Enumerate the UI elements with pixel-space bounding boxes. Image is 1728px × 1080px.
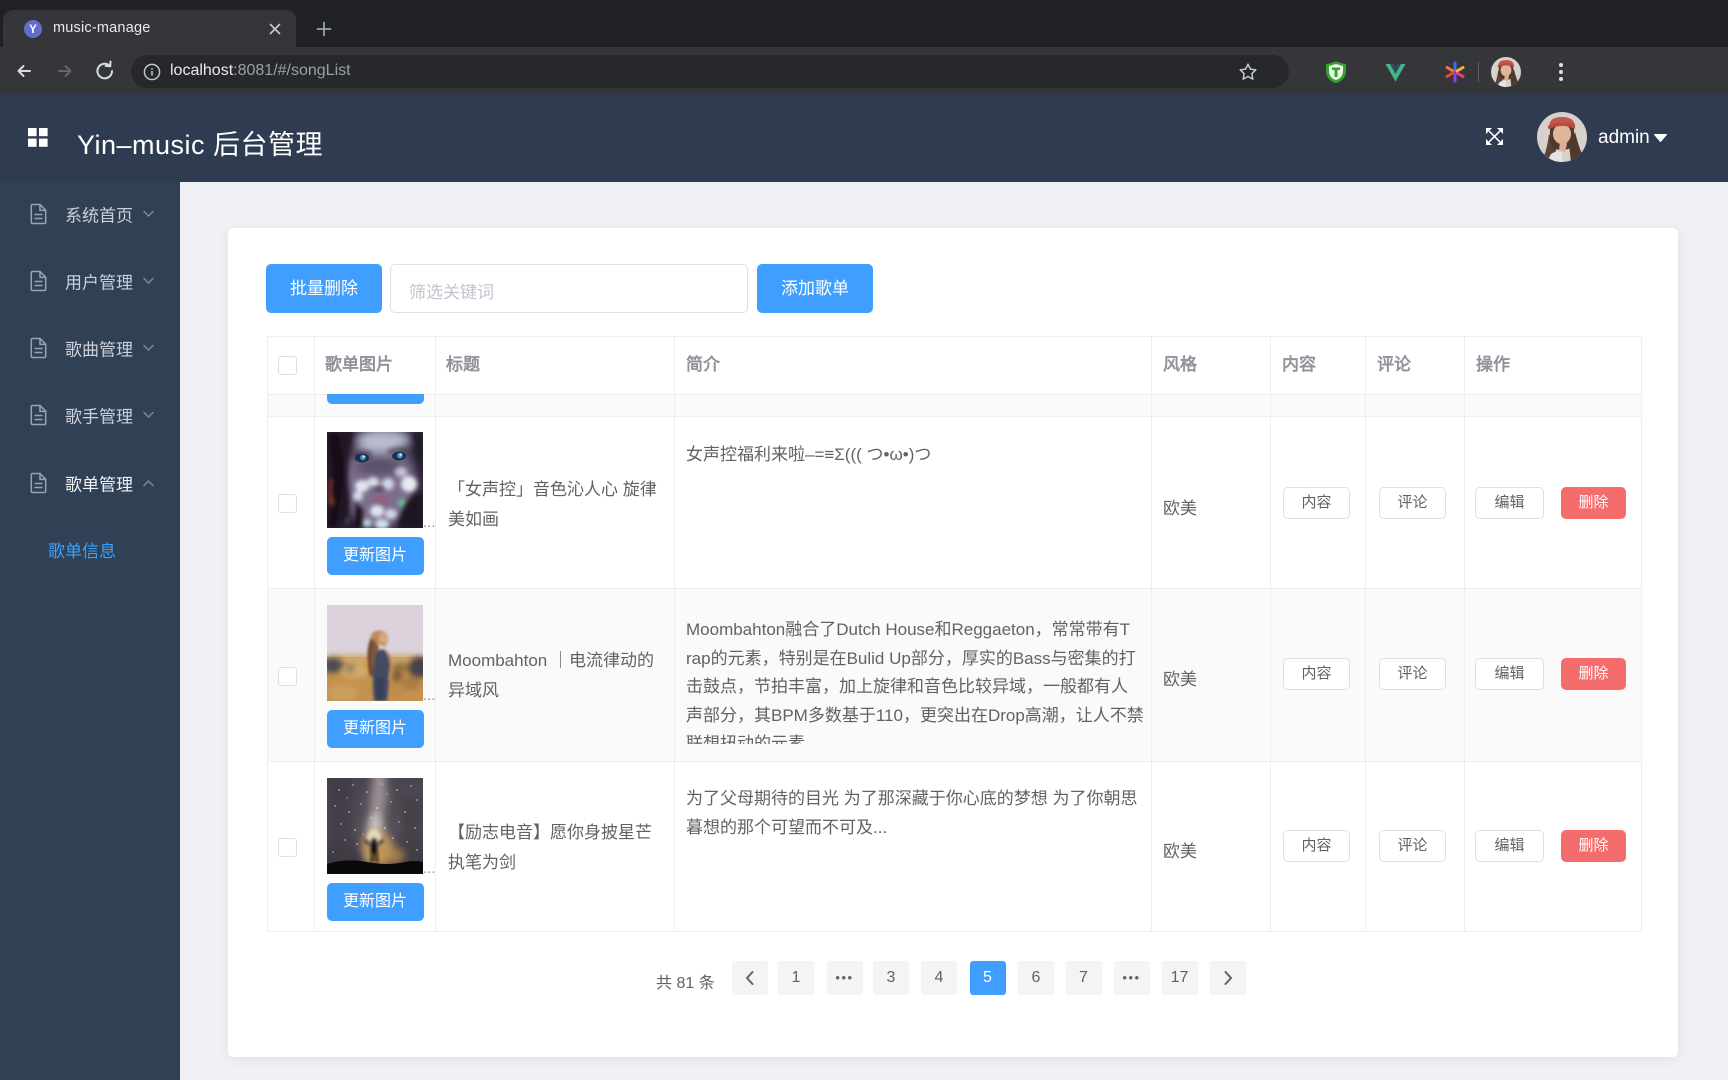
svg-text:Y: Y: [29, 24, 37, 36]
